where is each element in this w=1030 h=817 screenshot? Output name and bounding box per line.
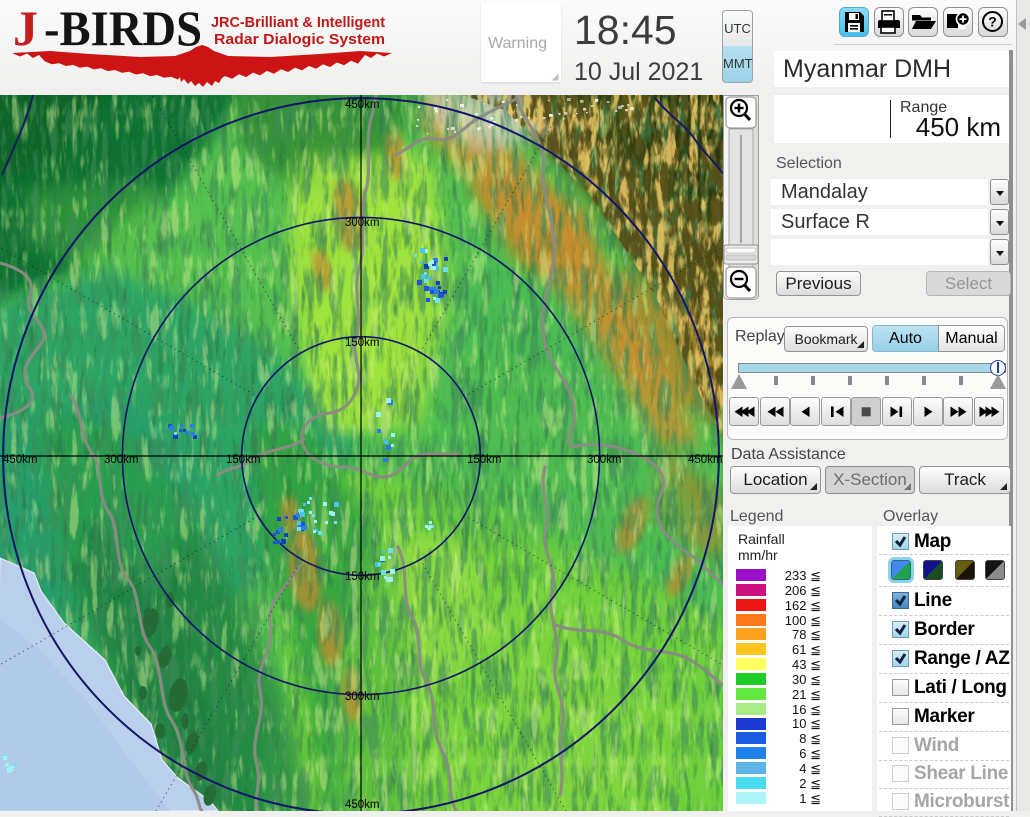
svg-text:450km: 450km	[3, 454, 38, 466]
svg-text:150km: 150km	[467, 454, 502, 466]
svg-text:150km: 150km	[226, 454, 261, 466]
svg-text:450km: 450km	[688, 454, 723, 466]
svg-text:150km: 150km	[345, 337, 380, 349]
svg-text:300km: 300km	[104, 454, 139, 466]
svg-text:450km: 450km	[345, 99, 380, 111]
svg-text:?: ?	[988, 14, 997, 30]
svg-text:JRC-Brilliant & Intelligent: JRC-Brilliant & Intelligent	[211, 14, 385, 31]
svg-text:450km: 450km	[345, 799, 380, 811]
svg-text:300km: 300km	[587, 454, 622, 466]
svg-text:300km: 300km	[345, 217, 380, 229]
svg-text:-BIRDS: -BIRDS	[44, 0, 202, 56]
svg-text:150km: 150km	[345, 571, 380, 583]
svg-text:300km: 300km	[345, 691, 380, 703]
svg-text:J: J	[13, 0, 38, 56]
svg-text:Radar Dialogic System: Radar Dialogic System	[214, 31, 385, 48]
